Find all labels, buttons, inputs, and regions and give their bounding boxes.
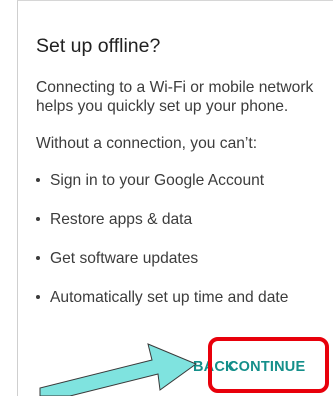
- screen: Set up offline? Connecting to a Wi-Fi or…: [0, 0, 333, 396]
- pointer-arrow-shape: [39, 343, 198, 396]
- pointer-arrow-icon: [39, 343, 198, 396]
